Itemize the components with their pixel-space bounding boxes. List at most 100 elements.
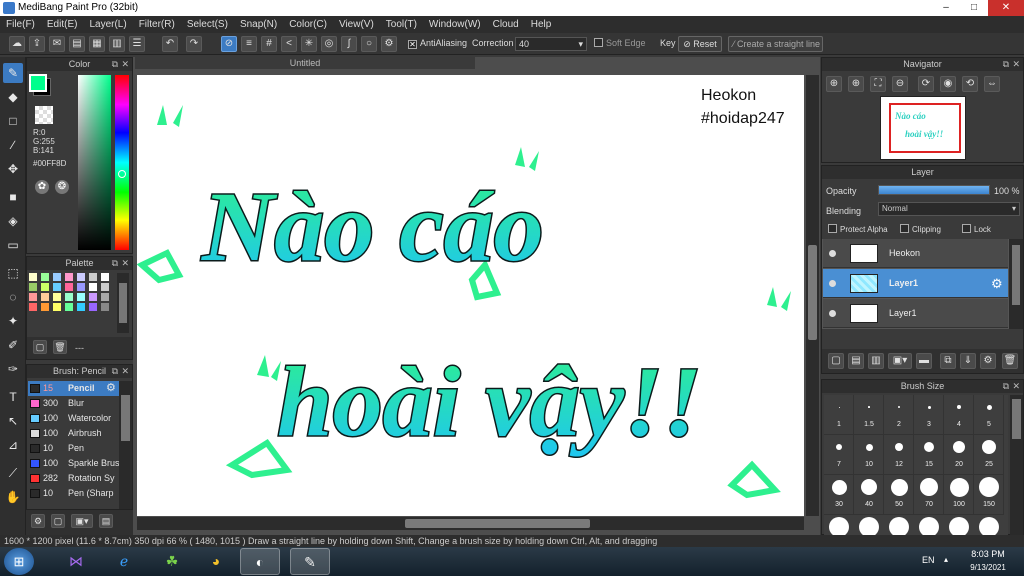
brush-item[interactable]: 100 Sparkle Brus [28,456,119,471]
blending-select[interactable]: Normal ▾ [878,202,1020,216]
brush-file-icon[interactable]: ▤ [99,514,113,528]
brush-size-dot[interactable] [829,517,849,537]
divide-tool-icon[interactable]: ⟋ [3,463,23,483]
select-pen-tool-icon[interactable]: ✐ [3,335,23,355]
brush-size-cell[interactable]: 10 [854,435,884,475]
palette-swatch[interactable] [41,293,49,301]
operation-tool-icon[interactable]: ↖ [3,411,23,431]
palette-swatch[interactable] [101,273,109,281]
menu-window[interactable]: Window(W) [423,16,487,33]
menu-layer[interactable]: Layer(L) [83,16,132,33]
brush-size-cell[interactable]: 4 [944,395,974,435]
brush-item[interactable]: 15 Pencil ⚙ [28,381,119,396]
layer-row[interactable]: Layer1 [823,299,1008,328]
palette-swatch[interactable] [101,293,109,301]
fit-screen-icon[interactable]: ⛶ [870,76,886,92]
comment-icon[interactable]: ✉ [49,36,65,52]
palette-swatch[interactable] [41,283,49,291]
brush-item[interactable]: 100 Watercolor [28,411,119,426]
popout-icon[interactable]: ⧉ [112,365,118,378]
palette-swatch[interactable] [53,293,61,301]
internet-explorer-icon[interactable]: ℯ [104,548,144,575]
eyedropper-tool-icon[interactable]: ⊿ [3,435,23,455]
palette-swatch[interactable] [41,273,49,281]
menu-help[interactable]: Help [525,16,558,33]
hand-tool-icon[interactable]: ✋ [3,487,23,507]
brush-item[interactable]: 300 Blur [28,396,119,411]
chrome-icon[interactable]: ◕ [196,548,236,575]
delete-palette-icon[interactable]: 🗑 [53,340,67,354]
page-icon[interactable]: ▤ [69,36,85,52]
palette-swatch[interactable] [77,303,85,311]
gear-icon[interactable]: ⚙ [991,276,1003,292]
palette-swatch[interactable] [29,283,37,291]
medibang-taskbar-icon[interactable]: ◐ [240,548,280,575]
menu-tool[interactable]: Tool(T) [380,16,423,33]
brush-size-cell[interactable]: 20 [944,435,974,475]
reset-button[interactable]: ⊘ Reset [678,36,722,52]
brush-size-cell[interactable]: 70 [914,475,944,515]
saturation-value-picker[interactable] [78,75,111,250]
palette-swatch[interactable] [29,293,37,301]
curve-snap-icon[interactable]: ∫ [341,36,357,52]
zoom-in-alt-icon[interactable]: ⊕ [848,76,864,92]
palette-swatch[interactable] [77,273,85,281]
brush-size-dot[interactable] [859,517,879,537]
brush-size-cell[interactable]: 1 [824,395,854,435]
move-tool-icon[interactable]: ✥ [3,159,23,179]
brush-menu-icon[interactable]: ▣▾ [71,514,93,528]
menu-select[interactable]: Select(S) [181,16,234,33]
document-icon[interactable]: ▦ [89,36,105,52]
brush-settings-icon[interactable]: ⚙ [31,514,45,528]
hue-slider[interactable] [115,75,129,250]
clock-date[interactable]: 9/13/2021 [962,563,1014,572]
clipping-checkbox[interactable]: Clipping [900,224,941,234]
brush-tool-icon[interactable]: ✎ [3,63,23,83]
cloud-icon[interactable]: ☁ [9,36,25,52]
rotate-right-icon[interactable]: ⟲ [962,76,978,92]
brush-size-cell[interactable]: 150 [974,475,1004,515]
drawing-canvas[interactable]: Nào cáo hoài vậy!! Heokon #hoidap247 [137,75,804,516]
visibility-icon[interactable] [829,250,836,257]
cross-snap-icon[interactable]: # [261,36,277,52]
brush-size-scrollbar[interactable] [1010,395,1023,535]
soft-edge-checkbox[interactable]: Soft Edge [594,38,646,48]
create-straight-line-button[interactable]: ⁄ Create a straight line [728,36,823,52]
brush-item[interactable]: 282 Rotation Sy [28,471,119,486]
brush-scrollbar[interactable] [119,381,132,509]
palette-swatch[interactable] [89,293,97,301]
brush-size-cell[interactable]: 40 [854,475,884,515]
menu-cloud[interactable]: Cloud [487,16,525,33]
brush-size-cell[interactable]: 15 [914,435,944,475]
palette-swatch[interactable] [41,303,49,311]
line-tool-icon[interactable]: ∕ [3,135,23,155]
maximize-button[interactable]: □ [960,0,988,16]
duplicate-layer-icon[interactable]: ⧉ [940,353,956,369]
close-icon[interactable]: ✕ [121,257,129,270]
hue-handle[interactable] [118,170,126,178]
clock-time[interactable]: 8:03 PM [962,549,1014,559]
brush-size-cell[interactable]: 12 [884,435,914,475]
brush-size-cell[interactable]: 1.5 [854,395,884,435]
fill-rect-tool-icon[interactable]: ■ [3,187,23,207]
folder-icon[interactable]: ▬ [916,353,932,369]
palette-swatch[interactable] [89,273,97,281]
new-palette-icon[interactable]: ▢ [33,340,47,354]
visibility-icon[interactable] [829,280,836,287]
correction-field[interactable]: 40 ▾ [515,37,587,51]
bucket-tool-icon[interactable]: ◈ [3,211,23,231]
select-rect-tool-icon[interactable]: ⬚ [3,263,23,283]
select-eraser-tool-icon[interactable]: ✑ [3,359,23,379]
gear-icon[interactable]: ⚙ [106,381,116,396]
undo-icon[interactable]: ↶ [162,36,178,52]
brush-size-dot[interactable] [979,517,999,537]
canvas-vertical-scrollbar[interactable] [806,75,819,516]
add-brush-icon[interactable]: ▢ [51,514,65,528]
layer-settings-icon[interactable]: ⚙ [980,353,996,369]
layer-row[interactable]: Heokon [823,239,1008,268]
foreground-color-swatch[interactable] [29,74,47,92]
canvas-horizontal-scrollbar[interactable] [137,517,804,530]
color-wheel-icon[interactable]: ✿ [35,180,49,194]
delete-layer-icon[interactable]: 🗑 [1002,353,1018,369]
circle-snap-icon[interactable]: ◎ [321,36,337,52]
